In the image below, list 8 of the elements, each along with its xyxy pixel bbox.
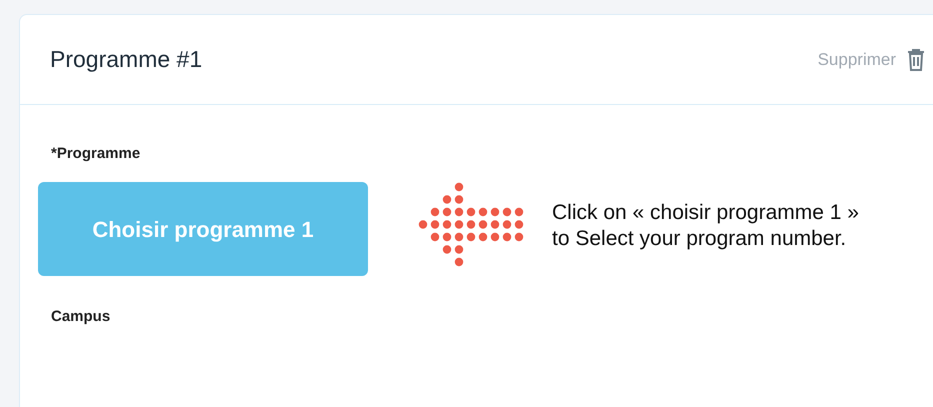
choose-program-button[interactable]: Choisir programme 1 (38, 182, 368, 276)
field-label: Campus (51, 307, 110, 327)
field-label: *Programme (51, 144, 140, 164)
card-title: Programme #1 (50, 45, 202, 74)
instruction-text: to Select your program number. (552, 226, 848, 252)
instruction-text: Click on « choisir programme 1 » (552, 200, 859, 226)
trash-icon (906, 48, 926, 72)
delete-button[interactable]: Supprimer (818, 46, 926, 72)
